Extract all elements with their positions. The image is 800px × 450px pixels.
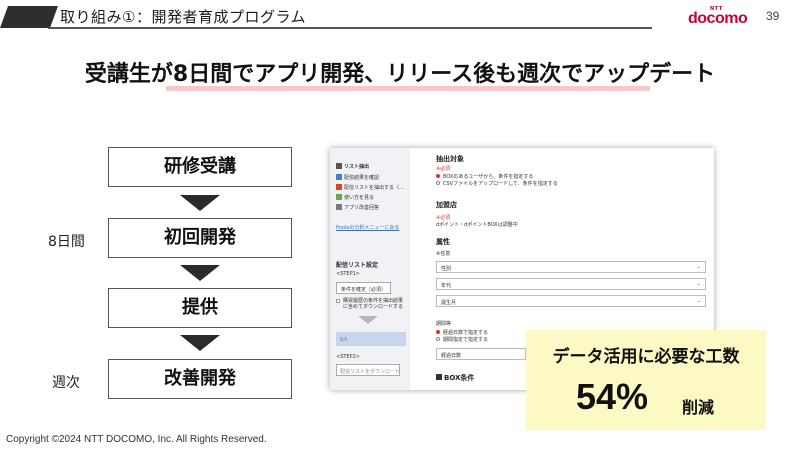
callout-label: データ活用に必要な工数 [552, 347, 740, 367]
docomo-logo: NTT docomo [688, 6, 752, 30]
box-icon [436, 374, 442, 380]
mock-radio-elapsed-label: 経過日数で指定する [443, 330, 489, 336]
mock-checkbox[interactable] [336, 299, 340, 303]
chevron-down-icon: ⌄ [696, 281, 701, 287]
mock-download-button[interactable]: 配信リストをダウンロード [336, 364, 400, 376]
search-icon [336, 174, 342, 180]
mock-select-label: 年代 [441, 283, 452, 289]
mock-optional-text: ※任意 [436, 251, 451, 257]
mock-radio-option2[interactable] [436, 181, 440, 185]
chevron-down-icon: ⌄ [696, 298, 701, 304]
mock-required-text: ※必須 [436, 166, 451, 172]
mock-radio-range[interactable] [436, 337, 440, 341]
mock-attr-title: 属性 [436, 238, 450, 246]
copyright: Copyright ©2024 NTT DOCOMO, Inc. All Rig… [6, 434, 267, 445]
mock-box-title: BOX条件 [444, 374, 475, 382]
flow-arrow-down [180, 335, 220, 351]
logo-docomo-text: docomo [688, 10, 748, 27]
mock-chevron-down-icon [358, 316, 378, 324]
chart-icon [336, 204, 342, 210]
flow-step-initial-dev: 初回開発 [108, 218, 292, 258]
flow-step-release: 提供 [108, 288, 292, 328]
flow-step-improve-dev: 改善開発 [108, 359, 292, 399]
mock-extract-title: 抽出対象 [436, 155, 464, 163]
callout-unit: 削減 [682, 398, 715, 417]
result-callout: データ活用に必要な工数 54% 削減 [526, 330, 766, 430]
flow-arrow-down [180, 265, 220, 281]
mock-select-label: 性別 [441, 266, 452, 272]
mock-select-birth-month[interactable]: 誕生月 ⌄ [436, 295, 706, 307]
mock-radio-option1[interactable] [436, 174, 440, 178]
frequency-label: 週次 [52, 375, 80, 391]
callout-value: 54% [576, 376, 649, 417]
mock-download-button-label: 配信リストをダウンロード [340, 369, 401, 375]
header-rule [48, 27, 652, 29]
mock-section-title: 配信リスト設定 [336, 262, 379, 269]
mock-required-text: ※必須 [436, 215, 451, 221]
mock-elapsed-select[interactable]: 経過日数 [436, 348, 526, 360]
mock-sidebar-item[interactable]: 使い方を見る [344, 194, 374, 201]
mock-select-gender[interactable]: 性別 ⌄ [436, 261, 706, 273]
flow-arrow-down [180, 195, 220, 211]
mock-radio-option2-label: CSVファイルをアップロードして、条件を指定する [443, 181, 558, 187]
mock-radio-elapsed[interactable] [436, 330, 440, 334]
book-icon [336, 194, 342, 200]
headline: 受講生が8日間でアプリ開発、リリース後も週次でアップデート [84, 62, 716, 87]
mock-sidebar-item[interactable]: 配信リストを抽出する（... [344, 184, 404, 191]
mock-select-age[interactable]: 年代 ⌄ [436, 278, 706, 290]
flow-step-training: 研修受講 [108, 147, 292, 187]
mock-sidebar-item[interactable]: 配信結果を確認 [344, 174, 379, 181]
mock-back-link[interactable]: Pooleの分析メニューに戻る [336, 224, 399, 231]
mock-step2-label: <STEP2> [336, 354, 360, 360]
mock-count-box: 0人 [336, 332, 406, 346]
mock-checkbox-label: 購買履歴の条件を抽出結果に含めてダウンロードする [343, 298, 404, 310]
chevron-down-icon: ⌄ [696, 264, 701, 270]
duration-label: 8日間 [48, 234, 85, 250]
mock-period-title: 期間等 [436, 321, 452, 327]
mock-radio-range-label: 期間指定で指定する [443, 337, 489, 343]
header-accent-shape [0, 6, 58, 28]
page-number: 39 [766, 9, 780, 23]
mock-count-text: 0人 [340, 337, 349, 343]
mock-select-label: 誕生月 [441, 300, 457, 306]
mock-step1-label: <STEP1> [336, 271, 360, 277]
mock-store-text: dポイント・dポイントBOXは調整中 [436, 222, 518, 228]
mock-sidebar-title: リスト抽出 [344, 164, 370, 170]
mock-confirm-button[interactable]: 条件を確定（必須） [336, 282, 391, 294]
mock-sidebar-item[interactable]: アプリ改善回答 [344, 204, 379, 211]
extract-icon [336, 184, 342, 190]
mock-confirm-button-label: 条件を確定（必須） [341, 287, 387, 293]
mock-store-title: 加盟店 [436, 201, 457, 209]
list-icon [336, 163, 342, 169]
mock-elapsed-label: 経過日数 [441, 353, 462, 359]
page-title: 取り組み①：開発者育成プログラム [60, 8, 306, 26]
mock-radio-option1-label: BOXのあるユーザから、条件を指定する [443, 174, 534, 180]
